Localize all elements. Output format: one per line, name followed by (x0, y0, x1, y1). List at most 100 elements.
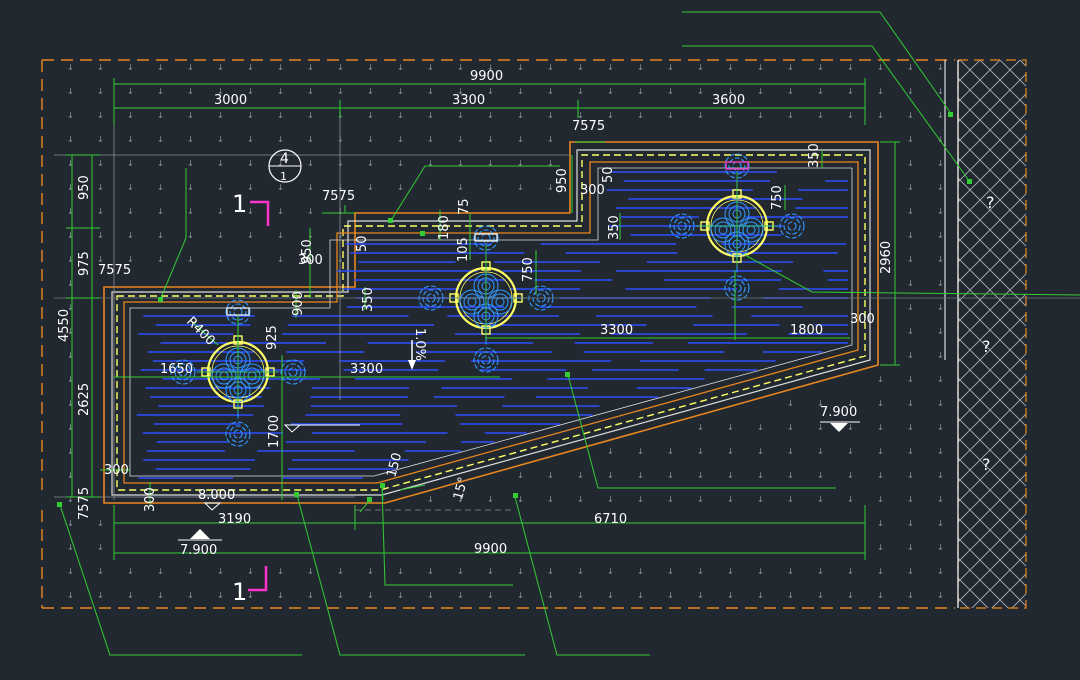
plant-symbol: ↓ (307, 63, 314, 72)
plant-symbol: ↓ (127, 183, 134, 192)
plant-symbol: ↓ (607, 591, 614, 600)
plant-symbol: ↓ (817, 111, 824, 120)
plant-symbol: ↓ (307, 183, 314, 192)
dim-975: 975 (77, 251, 92, 276)
plant-symbol: ↓ (277, 87, 284, 96)
plant-symbol: ↓ (667, 591, 674, 600)
plant-symbol: ↓ (667, 87, 674, 96)
plant-symbol: ↓ (247, 183, 254, 192)
plant-symbol: ↓ (397, 567, 404, 576)
plant-symbol: ↓ (277, 255, 284, 264)
plant-symbol: ↓ (547, 591, 554, 600)
plant-symbol: ↓ (907, 351, 914, 360)
plant-symbol: ↓ (427, 111, 434, 120)
plant-symbol: ↓ (937, 183, 944, 192)
fountain-jet (477, 351, 495, 369)
dim-50-b: 50 (355, 235, 370, 252)
plant-symbol: ↓ (397, 591, 404, 600)
fountain-jet (233, 429, 243, 439)
plant-symbol: ↓ (667, 111, 674, 120)
plant-symbol: ↓ (157, 111, 164, 120)
plant-symbol: ↓ (937, 135, 944, 144)
plant-symbol: ↓ (937, 471, 944, 480)
plant-symbol: ↓ (367, 111, 374, 120)
elev-7900-right: 7.900 (820, 405, 857, 420)
plant-symbol: ↓ (907, 87, 914, 96)
fountain-ripple (718, 225, 728, 235)
plant-symbol: ↓ (217, 255, 224, 264)
plant-symbol: ↓ (547, 87, 554, 96)
dim-seg2: 3300 (452, 93, 485, 108)
plant-symbol: ↓ (217, 135, 224, 144)
plant-symbol: ↓ (217, 183, 224, 192)
dim-150: 150 (384, 451, 405, 479)
dim-350-a: 350 (607, 215, 622, 240)
dim-950-left: 950 (77, 175, 92, 200)
plant-symbol: ↓ (697, 87, 704, 96)
plant-symbol: ↓ (427, 87, 434, 96)
plant-symbol: ↓ (937, 111, 944, 120)
plant-symbol: ↓ (877, 447, 884, 456)
plant-symbol: ↓ (817, 591, 824, 600)
plant-symbol: ↓ (157, 231, 164, 240)
plant-symbol: ↓ (277, 183, 284, 192)
plant-symbol: ↓ (637, 87, 644, 96)
plant-symbol: ↓ (907, 111, 914, 120)
plant-symbol: ↓ (67, 63, 74, 72)
plant-symbol: ↓ (727, 471, 734, 480)
plant-symbol: ↓ (937, 543, 944, 552)
plant-symbol: ↓ (127, 63, 134, 72)
plant-symbol: ↓ (67, 591, 74, 600)
dim-180: 180 (437, 215, 452, 240)
dim-1800: 1800 (790, 323, 823, 338)
plant-symbol: ↓ (67, 183, 74, 192)
plant-symbol: ↓ (517, 159, 524, 168)
cad-drawing-canvas[interactable]: ↓ ↓ ↓ ↓ ↓ ↓ ↓ ↓ ↓ ↓ ↓ ↓ ↓ ↓ ↓ ↓ ↓ ↓ ↓ ↓ ↓ ↓ ↓ ↓ ↓ ↓ ↓ ↓ ↓ ↓ ↓ ↓ ↓ ↓ ↓ ↓ ↓ ↓ ↓ ↓… (0, 0, 1080, 680)
plant-symbol: ↓ (877, 87, 884, 96)
plant-symbol: ↓ (697, 591, 704, 600)
plant-symbol: ↓ (787, 447, 794, 456)
plant-symbol: ↓ (817, 447, 824, 456)
dim-925: 925 (265, 325, 280, 350)
dim-75: 75 (457, 198, 472, 215)
plant-symbol: ↓ (307, 111, 314, 120)
plant-symbol: ↓ (187, 183, 194, 192)
plant-symbol: ↓ (757, 471, 764, 480)
plant-symbol: ↓ (757, 423, 764, 432)
plant-symbol: ↓ (907, 591, 914, 600)
plant-symbol: ↓ (907, 159, 914, 168)
plant-symbol: ↓ (127, 87, 134, 96)
building-wall: ? ? ? (944, 59, 1027, 609)
dim-bottom-6710: 6710 (594, 512, 627, 527)
plant-symbol: ↓ (877, 111, 884, 120)
plant-symbol: ↓ (217, 111, 224, 120)
plant-symbol: ↓ (517, 495, 524, 504)
plant-symbol: ↓ (427, 159, 434, 168)
plant-symbol: ↓ (937, 567, 944, 576)
plant-symbol: ↓ (397, 135, 404, 144)
plant-symbol: ↓ (397, 87, 404, 96)
plant-symbol: ↓ (907, 567, 914, 576)
plant-symbol: ↓ (277, 135, 284, 144)
plant-symbol: ↓ (217, 231, 224, 240)
dim-bottom-9900: 9900 (474, 542, 507, 557)
fountain-ripple (495, 297, 505, 307)
plant-symbol: ↓ (727, 63, 734, 72)
plant-symbol: ↓ (547, 135, 554, 144)
plant-symbol: ↓ (937, 519, 944, 528)
plant-symbol: ↓ (457, 159, 464, 168)
plant-symbol: ↓ (187, 567, 194, 576)
plant-symbol: ↓ (517, 567, 524, 576)
plant-symbol: ↓ (277, 591, 284, 600)
plant-symbol: ↓ (907, 375, 914, 384)
plant-symbol: ↓ (97, 207, 104, 216)
wall-label-2: ? (982, 337, 991, 356)
plant-symbol: ↓ (367, 591, 374, 600)
plant-symbol: ↓ (577, 591, 584, 600)
plant-symbol: ↓ (187, 159, 194, 168)
section-label-top: 1 (232, 190, 247, 218)
dim-bottom-7575: 7575 (77, 487, 92, 520)
plant-symbol: ↓ (697, 471, 704, 480)
plant-symbol: ↓ (457, 111, 464, 120)
plant-symbol: ↓ (847, 447, 854, 456)
